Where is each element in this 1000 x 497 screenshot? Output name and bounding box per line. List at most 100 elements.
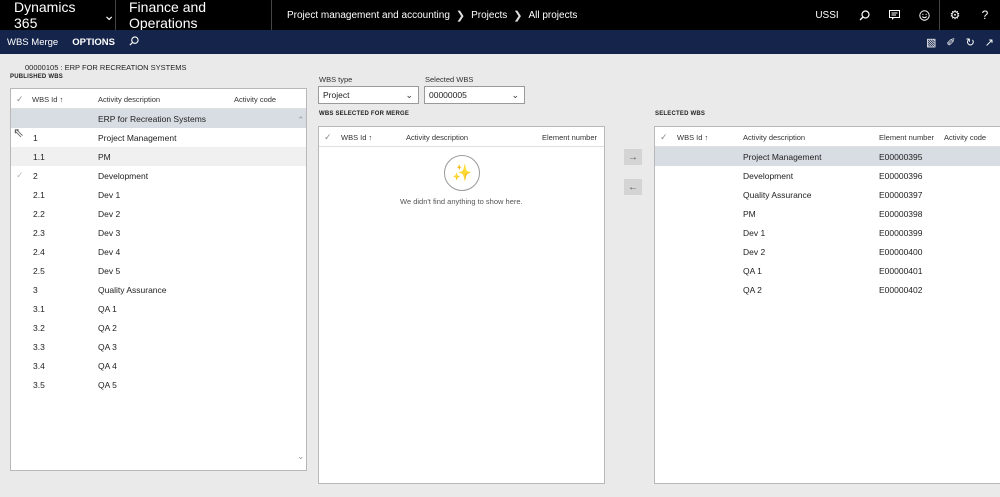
selected-wbs-grid: ✓ WBS Id ↑ Activity description Element … — [654, 126, 1000, 484]
activity-description-cell: QA 3 — [98, 341, 117, 352]
table-row[interactable]: 2.3 Dev 3 — [11, 223, 306, 242]
select-all-check-icon[interactable]: ✓ — [324, 127, 332, 147]
activity-description-cell: QA 4 — [98, 360, 117, 371]
select-all-check-icon[interactable]: ✓ — [660, 127, 668, 147]
table-row[interactable]: 3.5 QA 5 — [11, 375, 306, 394]
column-header-wbs-id[interactable]: WBS Id ↑ — [677, 127, 708, 147]
chevron-right-icon: ❯ — [455, 9, 466, 22]
activity-description-cell: Quality Assurance — [743, 189, 812, 200]
element-number-cell: E00000401 — [879, 265, 923, 276]
wbs-id-cell: 3.5 — [33, 379, 45, 390]
remove-from-merge-button[interactable]: ← — [624, 179, 642, 195]
open-new-window-icon[interactable]: ↗ — [985, 36, 994, 49]
column-header-element-number[interactable]: Element number — [542, 127, 597, 147]
published-wbs-label: PUBLISHED WBS — [10, 74, 63, 80]
wbs-id-cell: 2.4 — [33, 246, 45, 257]
app-launcher[interactable]: Dynamics 365 ⌄ — [0, 0, 116, 31]
table-row[interactable]: Quality Assurance E00000397 — [655, 185, 1000, 204]
brand-name: Dynamics 365 — [14, 0, 76, 31]
element-number-cell: E00000396 — [879, 170, 923, 181]
table-row[interactable]: Dev 2 E00000400 — [655, 242, 1000, 261]
wbs-id-cell: 2.1 — [33, 189, 45, 200]
wbs-type-label: WBS type — [319, 75, 353, 84]
tab-wbs-merge[interactable]: WBS Merge — [0, 37, 65, 48]
wbs-id-cell: 2.5 — [33, 265, 45, 276]
wbs-id-cell: 3.2 — [33, 322, 45, 333]
published-wbs-grid: ✓ WBS Id ↑ Activity description Activity… — [10, 88, 307, 471]
action-pane-right-tools: ▧ ✐ ↻ ↗ — [926, 30, 994, 54]
table-row[interactable]: 1.1 PM — [11, 147, 306, 166]
table-row[interactable]: 3.4 QA 4 — [11, 356, 306, 375]
table-row[interactable]: 2.5 Dev 5 — [11, 261, 306, 280]
element-number-cell: E00000402 — [879, 284, 923, 295]
attachments-icon[interactable]: ✐ — [946, 36, 955, 49]
column-header-activity-code[interactable]: Activity code — [234, 89, 276, 109]
wbs-type-value: Project — [323, 90, 350, 100]
feedback-icon[interactable] — [909, 0, 939, 30]
activity-description-cell: QA 2 — [743, 284, 762, 295]
table-row[interactable]: 3.2 QA 2 — [11, 318, 306, 337]
activity-description-cell: Quality Assurance — [98, 284, 167, 295]
table-row[interactable]: Project Management E00000395 — [655, 147, 1000, 166]
breadcrumb-item-projects[interactable]: Projects — [471, 10, 507, 21]
column-header-activity-code[interactable]: Activity code — [944, 127, 986, 147]
table-row[interactable]: QA 1 E00000401 — [655, 261, 1000, 280]
scroll-down-icon[interactable]: ⌄ — [297, 451, 305, 462]
column-header-activity-description[interactable]: Activity description — [743, 127, 805, 147]
office-icon[interactable]: ▧ — [926, 36, 936, 49]
table-row[interactable]: 2.2 Dev 2 — [11, 204, 306, 223]
arrow-right-icon: → — [628, 151, 638, 163]
activity-description-cell: Project Management — [98, 132, 177, 143]
table-row[interactable]: 1 Project Management — [11, 128, 306, 147]
table-row[interactable]: 2.4 Dev 4 — [11, 242, 306, 261]
selected-wbs-select[interactable]: 00000005 ⌄ — [424, 86, 525, 104]
table-row[interactable]: 2.1 Dev 1 — [11, 185, 306, 204]
wbs-id-cell: 3.1 — [33, 303, 45, 314]
empty-state-message: We didn't find anything to show here. — [400, 197, 523, 206]
wbs-id-cell: 3.3 — [33, 341, 45, 352]
tab-options[interactable]: OPTIONS — [65, 37, 122, 48]
grid-header: ✓ WBS Id ↑ Activity description Element … — [655, 127, 1000, 147]
search-icon[interactable] — [122, 35, 146, 49]
activity-description-cell: Dev 3 — [98, 227, 121, 238]
select-all-check-icon[interactable]: ✓ — [16, 89, 24, 109]
table-row[interactable]: 3 Quality Assurance — [11, 280, 306, 299]
breadcrumb-item-project-management[interactable]: Project management and accounting — [287, 10, 450, 21]
top-right-toolbar: USSI ⚙ ? — [805, 0, 1000, 30]
scroll-up-icon[interactable]: ⌃ — [297, 115, 305, 126]
column-header-wbs-id[interactable]: WBS Id ↑ — [341, 127, 372, 147]
message-icon[interactable] — [879, 0, 909, 30]
breadcrumb-item-all-projects[interactable]: All projects — [528, 10, 577, 21]
column-header-activity-description[interactable]: Activity description — [98, 89, 160, 109]
element-number-cell: E00000398 — [879, 208, 923, 219]
column-header-element-number[interactable]: Element number — [879, 127, 934, 147]
chevron-down-icon: ⌄ — [511, 90, 519, 100]
gear-icon[interactable]: ⚙ — [940, 0, 970, 30]
row-check-icon[interactable]: ✓ — [16, 166, 24, 185]
add-to-merge-button[interactable]: → — [624, 149, 642, 165]
table-row[interactable]: Dev 1 E00000399 — [655, 223, 1000, 242]
activity-description-cell: PM — [98, 151, 111, 162]
table-row[interactable]: ✓ 2 Development — [11, 166, 306, 185]
table-row[interactable]: 3.1 QA 1 — [11, 299, 306, 318]
wbs-id-cell: 2.3 — [33, 227, 45, 238]
action-pane: WBS Merge OPTIONS ▧ ✐ ↻ ↗ — [0, 30, 1000, 54]
search-icon[interactable] — [849, 0, 879, 30]
table-row[interactable]: QA 2 E00000402 — [655, 280, 1000, 299]
table-row[interactable]: Development E00000396 — [655, 166, 1000, 185]
mouse-cursor-icon: ⇖ — [13, 125, 24, 140]
wbs-type-select[interactable]: Project ⌄ — [318, 86, 419, 104]
table-row[interactable]: PM E00000398 — [655, 204, 1000, 223]
grid-header: ✓ WBS Id ↑ Activity description Activity… — [11, 89, 306, 109]
column-header-wbs-id[interactable]: WBS Id ↑ — [32, 89, 63, 109]
help-icon[interactable]: ? — [970, 0, 1000, 30]
chevron-down-icon: ⌄ — [103, 6, 115, 23]
activity-description-cell: Dev 1 — [743, 227, 766, 238]
refresh-icon[interactable]: ↻ — [966, 36, 975, 49]
column-header-activity-description[interactable]: Activity description — [406, 127, 468, 147]
selected-wbs-label: Selected WBS — [425, 75, 474, 84]
empty-state-icon: ✨ — [444, 155, 480, 191]
company-picker[interactable]: USSI — [805, 10, 849, 21]
table-row[interactable]: 3.3 QA 3 — [11, 337, 306, 356]
table-row[interactable]: ERP for Recreation Systems — [11, 109, 306, 128]
